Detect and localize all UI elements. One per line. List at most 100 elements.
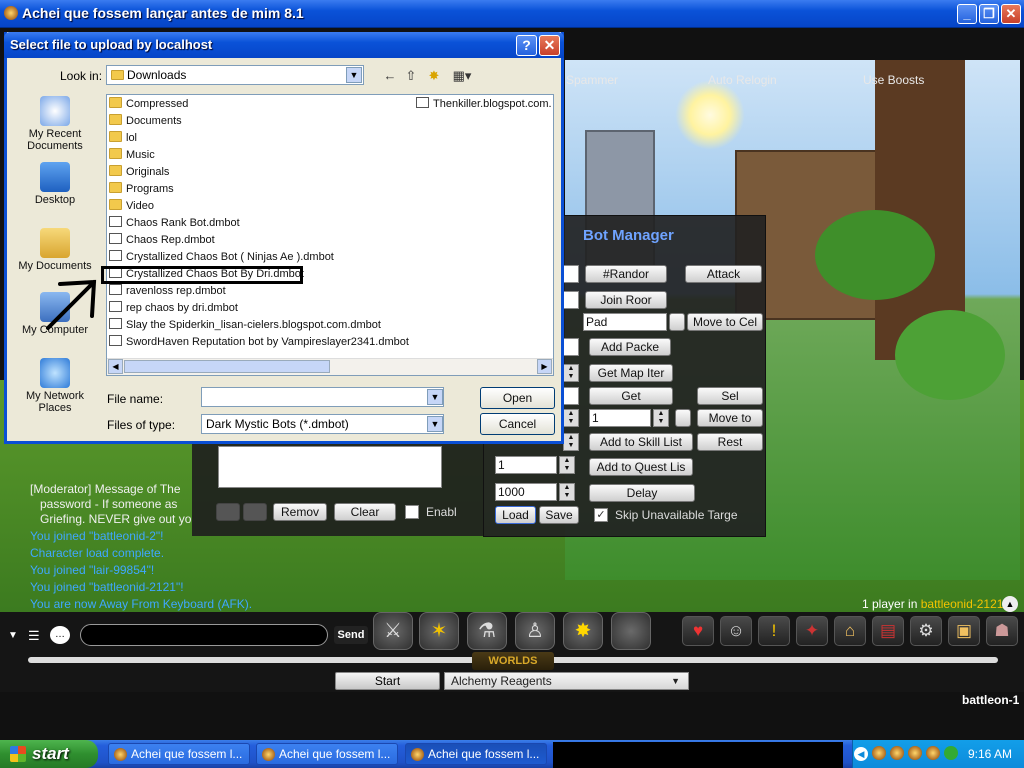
tab-spammer[interactable]: Spammer xyxy=(566,73,618,87)
dialog-help-button[interactable]: ? xyxy=(516,35,537,56)
folder-item[interactable]: Video xyxy=(109,198,154,214)
place-my-documents[interactable]: My Documents xyxy=(8,228,102,272)
randomize-button[interactable]: #Randor xyxy=(585,265,667,283)
move-up-button[interactable] xyxy=(216,503,240,521)
skill-stepper[interactable]: ▲ ▼ xyxy=(653,409,669,427)
delay-button[interactable]: Delay xyxy=(589,484,695,502)
scroll-thumb[interactable] xyxy=(124,360,330,373)
tab-auto-relogin[interactable]: Auto Relogin xyxy=(708,73,777,87)
scroll-up-icon[interactable]: ▲ xyxy=(1002,596,1018,612)
folder-item[interactable]: lol xyxy=(109,130,137,146)
skill-swords-icon[interactable]: ⚔ xyxy=(373,612,413,650)
map-icon[interactable]: ✦ xyxy=(796,616,828,646)
taskbar-item-active[interactable]: Achei que fossem l... xyxy=(405,743,547,765)
taskbar-item[interactable]: Achei que fossem l... xyxy=(108,743,250,765)
get-map-item-button[interactable]: Get Map Iter xyxy=(589,364,673,382)
restore-button[interactable]: ❐ xyxy=(979,4,999,24)
small-button[interactable] xyxy=(675,409,691,427)
input-fragment[interactable] xyxy=(563,265,579,283)
tray-expand-icon[interactable]: ◀ xyxy=(854,747,868,761)
chat-menu-icon[interactable]: ▼ xyxy=(8,630,18,641)
heart-icon[interactable]: ♥ xyxy=(682,616,714,646)
book-icon[interactable]: ▤ xyxy=(872,616,904,646)
skill-empty-slot[interactable] xyxy=(611,612,651,650)
scroll-left-icon[interactable]: ◀ xyxy=(108,359,123,374)
delay-input[interactable]: 1000 xyxy=(495,483,557,501)
skill-sun-icon[interactable]: ✸ xyxy=(563,612,603,650)
look-in-select[interactable]: Downloads xyxy=(106,65,364,85)
worlds-badge[interactable]: WORLDS xyxy=(472,652,554,670)
add-to-quest-list-button[interactable]: Add to Quest Lis xyxy=(589,458,693,476)
add-to-skill-list-button[interactable]: Add to Skill List xyxy=(589,433,693,451)
tab-use-boosts[interactable]: Use Boosts xyxy=(863,73,924,87)
room-input[interactable]: Pad xyxy=(583,313,667,331)
new-folder-icon[interactable]: ✸ xyxy=(425,68,443,84)
quest-input[interactable]: 1 xyxy=(495,456,557,474)
back-icon[interactable]: ← xyxy=(381,68,399,84)
chest-icon[interactable]: ▣ xyxy=(948,616,980,646)
dialog-close-button[interactable]: ✕ xyxy=(539,35,560,56)
tray-app-icon[interactable] xyxy=(908,746,922,760)
add-packet-button[interactable]: Add Packe xyxy=(589,338,671,356)
spin-stepper[interactable]: ▲ ▼ xyxy=(563,409,579,427)
file-item[interactable]: Chaos Rep.dmbot xyxy=(109,232,215,248)
folder-item[interactable]: Programs xyxy=(109,181,174,197)
skill-star-burst-icon[interactable]: ✶ xyxy=(419,612,459,650)
input-fragment[interactable] xyxy=(563,387,579,405)
scroll-right-icon[interactable]: ▶ xyxy=(537,359,552,374)
remove-button[interactable]: Remov xyxy=(273,503,327,521)
get-button[interactable]: Get xyxy=(589,387,673,405)
folder-item[interactable]: Originals xyxy=(109,164,169,180)
move-to-cell-button[interactable]: Move to Cel xyxy=(687,313,763,331)
input-fragment[interactable] xyxy=(563,338,579,356)
load-button[interactable]: Load xyxy=(495,506,536,524)
spin-stepper[interactable]: ▲ ▼ xyxy=(563,364,579,382)
quest-stepper[interactable]: ▲ ▼ xyxy=(559,456,575,474)
minimize-button[interactable]: _ xyxy=(957,4,977,24)
file-name-input[interactable] xyxy=(201,387,444,407)
file-item[interactable]: Crystallized Chaos Bot ( Ninjas Ae ).dmb… xyxy=(109,249,334,265)
close-button[interactable]: ✕ xyxy=(1001,4,1021,24)
tray-app-icon[interactable] xyxy=(872,746,886,760)
command-list[interactable] xyxy=(218,446,442,488)
file-item[interactable]: SwordHaven Reputation bot by Vampireslay… xyxy=(109,334,409,350)
move-to-button[interactable]: Move to xyxy=(697,409,763,427)
chevron-down-icon[interactable]: ▼ xyxy=(427,416,443,432)
house-icon[interactable]: ⌂ xyxy=(834,616,866,646)
chevron-down-icon[interactable]: ▼ xyxy=(346,67,362,83)
skill-input[interactable]: 1 xyxy=(589,409,651,427)
folder-item[interactable]: Music xyxy=(109,147,155,163)
start-bot-button[interactable]: Start xyxy=(335,672,440,690)
attack-button[interactable]: Attack xyxy=(685,265,762,283)
file-item[interactable]: Chaos Rank Bot.dmbot xyxy=(109,215,240,231)
skip-unavailable-checkbox[interactable]: ✓ xyxy=(594,508,608,522)
list-icon[interactable]: ☰ xyxy=(28,628,40,644)
tray-app-icon[interactable] xyxy=(926,746,940,760)
cancel-button[interactable]: Cancel xyxy=(480,413,555,435)
bag-icon[interactable]: ☗ xyxy=(986,616,1018,646)
place-desktop[interactable]: Desktop xyxy=(8,162,102,206)
input-fragment[interactable] xyxy=(563,291,579,309)
skill-potion-icon[interactable]: ⚗ xyxy=(467,612,507,650)
friends-icon[interactable]: ☺ xyxy=(720,616,752,646)
save-button[interactable]: Save xyxy=(539,506,579,524)
small-button[interactable] xyxy=(669,313,685,331)
alert-icon[interactable]: ! xyxy=(758,616,790,646)
folder-item[interactable]: Documents xyxy=(109,113,182,129)
join-room-button[interactable]: Join Roor xyxy=(585,291,667,309)
enable-checkbox[interactable] xyxy=(405,505,419,519)
sel-button[interactable]: Sel xyxy=(697,387,763,405)
spin-stepper[interactable]: ▲ ▼ xyxy=(563,433,579,451)
place-my-recent-documents[interactable]: My Recent Documents xyxy=(8,96,102,152)
chat-bubble-icon[interactable]: … xyxy=(50,626,70,644)
open-button[interactable]: Open xyxy=(480,387,555,409)
skill-figure-icon[interactable]: ♙ xyxy=(515,612,555,650)
chevron-down-icon[interactable]: ▼ xyxy=(427,389,443,405)
up-folder-icon[interactable]: ⇧ xyxy=(402,68,420,84)
tray-app-icon[interactable] xyxy=(890,746,904,760)
clear-button[interactable]: Clear xyxy=(334,503,396,521)
file-item[interactable]: ravenloss rep.dmbot xyxy=(109,283,226,299)
file-item[interactable]: Slay the Spiderkin_lisan-cielers.blogspo… xyxy=(109,317,381,333)
send-button[interactable]: Send xyxy=(334,626,368,644)
rest-button[interactable]: Rest xyxy=(697,433,763,451)
